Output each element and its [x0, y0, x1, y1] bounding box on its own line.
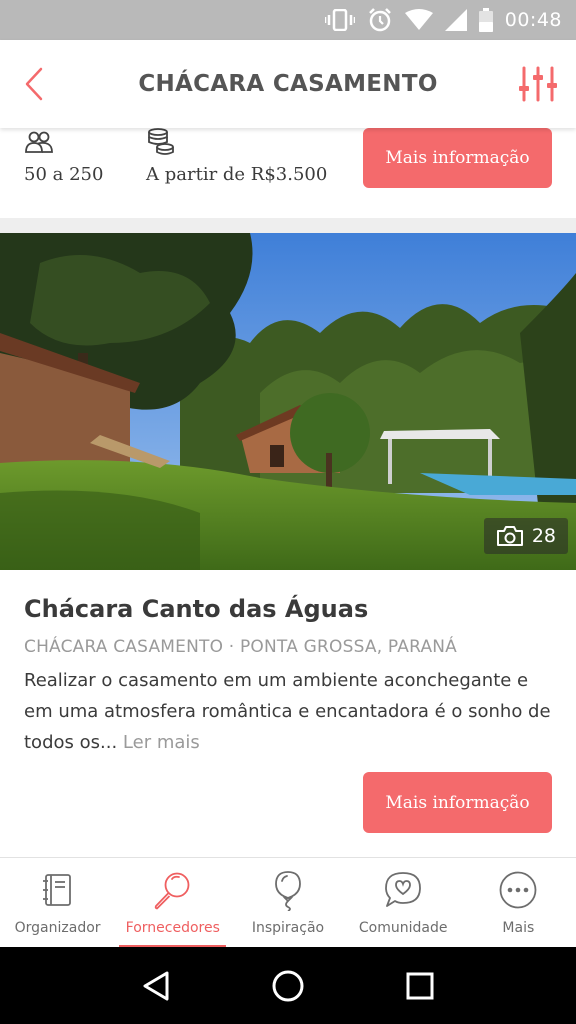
nav-label-organizador: Organizador	[14, 920, 101, 936]
venue-description: Realizar o casamento em um ambiente acon…	[24, 665, 554, 758]
signal-icon	[444, 9, 467, 31]
battery-icon	[478, 8, 493, 32]
listing-card[interactable]: 28 Chácara Canto das Águas CHÁCARA CASAM…	[0, 233, 576, 857]
balloon-icon	[275, 871, 301, 911]
venue-photo[interactable]: 28	[0, 233, 576, 570]
venue-category-location: CHÁCARA CASAMENTO · PONTA GROSSA, PARANÁ	[24, 637, 458, 657]
vibrate-icon	[324, 9, 355, 31]
photo-count-badge[interactable]: 28	[483, 518, 568, 554]
notebook-icon	[42, 874, 71, 906]
more-info-button-previous[interactable]: Mais informação	[363, 128, 552, 188]
page-title: CHÁCARA CASAMENTO	[138, 71, 438, 97]
more-info-button[interactable]: Mais informação	[363, 772, 552, 833]
nav-label-inspiracao: Inspiração	[251, 920, 325, 936]
nav-item-comunidade[interactable]: Comunidade	[346, 858, 461, 948]
sliders-icon	[519, 66, 557, 102]
system-home-button[interactable]	[263, 961, 313, 1011]
system-navigation-bar	[0, 947, 576, 1024]
chat-heart-icon	[385, 872, 422, 907]
wifi-icon	[404, 9, 433, 30]
status-time: 00:48	[504, 9, 562, 31]
nav-item-inspiracao[interactable]: Inspiração	[230, 858, 345, 948]
coins-icon	[148, 128, 174, 155]
venue-description-text: Realizar o casamento em um ambiente acon…	[24, 670, 551, 753]
read-more-link[interactable]: Ler mais	[123, 732, 200, 753]
card-separator	[0, 218, 576, 233]
system-recents-button[interactable]	[395, 961, 445, 1011]
nav-label-mais: Mais	[502, 920, 535, 936]
more-icon	[499, 871, 537, 909]
status-bar: 00:48	[0, 0, 576, 40]
photo-count: 28	[531, 525, 556, 547]
magnifier-icon	[154, 872, 190, 910]
nav-label-fornecedores: Fornecedores	[125, 920, 220, 936]
guests-range: 50 a 250	[24, 164, 104, 185]
venue-name[interactable]: Chácara Canto das Águas	[24, 595, 368, 623]
guests-icon	[25, 131, 53, 153]
previous-listing-card: 50 a 250 A partir de R$3.500 Mais inform…	[0, 128, 576, 218]
nav-item-fornecedores[interactable]: Fornecedores	[115, 858, 230, 948]
nav-item-mais[interactable]: Mais	[461, 858, 576, 948]
triangle-back-icon	[143, 971, 169, 1000]
filter-button[interactable]	[516, 62, 560, 106]
chevron-left-icon	[25, 67, 43, 101]
square-recents-icon	[406, 972, 434, 999]
nav-label-comunidade: Comunidade	[358, 920, 448, 936]
system-back-button[interactable]	[131, 961, 181, 1011]
alarm-icon	[368, 8, 391, 32]
price-from: A partir de R$3.500	[146, 164, 328, 185]
app-header: CHÁCARA CASAMENTO	[0, 40, 576, 128]
back-button[interactable]	[14, 62, 54, 106]
nav-item-organizador[interactable]: Organizador	[0, 858, 115, 948]
camera-icon	[496, 526, 523, 546]
bottom-navigation: Organizador Fornecedores Inspiração Comu…	[0, 857, 576, 948]
circle-home-icon	[272, 970, 304, 1001]
